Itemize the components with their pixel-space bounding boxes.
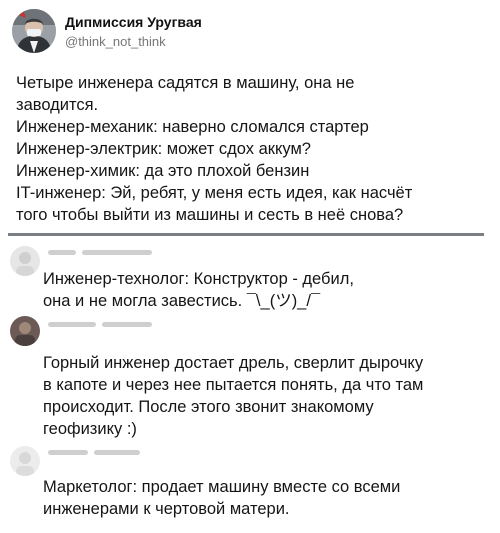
comment-avatar[interactable]	[10, 316, 40, 346]
comment-line: Маркетолог: продает машину вместе со все…	[43, 478, 401, 496]
comment-text: Горный инженер достает дрель, сверлит ды…	[43, 352, 488, 440]
comment-avatar[interactable]	[10, 246, 40, 276]
comment-line: в капоте и через нее пытается понять, да…	[43, 376, 424, 394]
divider	[8, 233, 484, 236]
post-header: Дипмиссия Уругвая @think_not_think	[12, 9, 482, 55]
post-body-line: Инженер-электрик: может сдох аккум?	[16, 140, 311, 158]
post-body-line: IT-инженер: Эй, ребят, у меня есть идея,…	[16, 184, 413, 202]
blurred-avatar-icon	[10, 446, 40, 476]
author-avatar[interactable]	[12, 9, 56, 53]
comment-text: Маркетолог: продает машину вместе со все…	[43, 476, 488, 520]
post-body-line: Инженер-химик: да это плохой бензин	[16, 162, 310, 180]
author-avatar-icon	[12, 9, 56, 53]
post-body-line: заводится.	[16, 96, 99, 114]
post-body-line: Четыре инженера садятся в машину, она не	[16, 74, 355, 92]
comment-avatar[interactable]	[10, 446, 40, 476]
comment-line: Инженер-технолог: Конструктор - дебил,	[43, 270, 354, 288]
blurred-avatar-icon	[10, 246, 40, 276]
blurred-avatar-icon	[10, 316, 40, 346]
author-handle[interactable]: @think_not_think	[65, 34, 166, 49]
comment-text: Инженер-технолог: Конструктор - дебил, о…	[43, 268, 488, 312]
comment-author-redacted	[48, 450, 158, 462]
comment-line: происходит. После этого звонит знакомому	[43, 398, 374, 416]
comment-line: геофизику :)	[43, 420, 137, 438]
comment-line: Горный инженер достает дрель, сверлит ды…	[43, 354, 424, 372]
comment-line: она и не могла завестись. ¯\_(ツ)_/¯	[43, 292, 321, 310]
comment-author-redacted	[48, 322, 188, 334]
author-name[interactable]: Дипмиссия Уругвая	[65, 14, 202, 30]
post-body-line: Инженер-механик: наверно сломался старте…	[16, 118, 369, 136]
comment-author-redacted	[48, 250, 178, 262]
post-body-line: того чтобы выйти из машины и сесть в неё…	[16, 206, 404, 224]
post-body: Четыре инженера садятся в машину, она не…	[16, 72, 488, 226]
comment-line: инженерами к чертовой матери.	[43, 500, 290, 518]
